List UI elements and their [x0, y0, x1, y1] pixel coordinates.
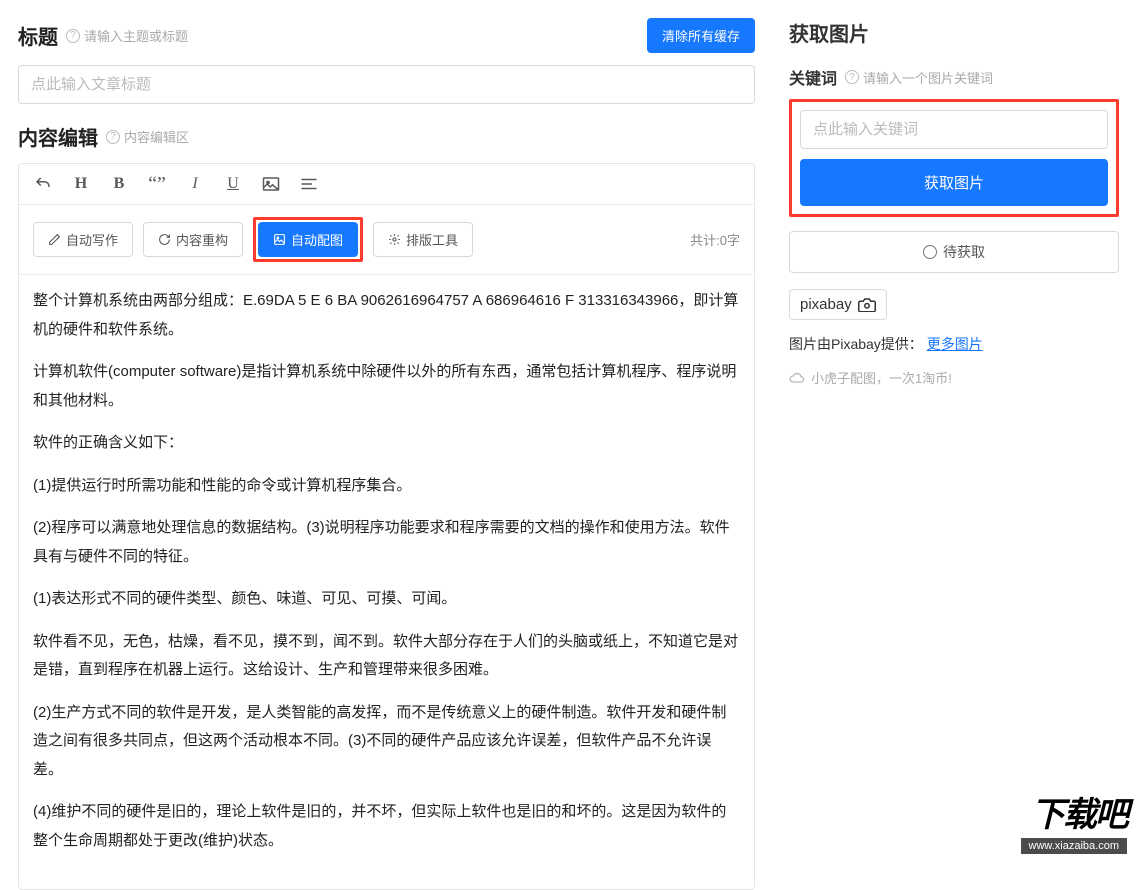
word-count: 共计:0字	[690, 230, 740, 249]
watermark: 下载吧 www.xiazaiba.com	[1021, 787, 1127, 854]
bold-icon[interactable]: B	[109, 174, 129, 194]
paragraph: 整个计算机系统由两部分组成：E.69DA 5 E 6 BA 9062616964…	[33, 287, 740, 344]
pixabay-badge: pixabay	[789, 289, 887, 320]
paragraph: (1)提供运行时所需功能和性能的命令或计算机程序集合。	[33, 472, 740, 501]
get-image-title: 获取图片	[789, 18, 1119, 47]
paragraph: (1)表达形式不同的硬件类型、颜色、味道、可见、可摸、可闻。	[33, 585, 740, 614]
underline-icon[interactable]: U	[223, 174, 243, 194]
auto-write-button[interactable]: 自动写作	[33, 222, 133, 257]
info-icon: ?	[845, 70, 859, 84]
title-hint: ? 请输入主题或标题	[66, 26, 188, 45]
auto-image-button[interactable]: 自动配图	[258, 222, 358, 257]
clear-cache-button[interactable]: 清除所有缓存	[647, 18, 755, 53]
get-image-button[interactable]: 获取图片	[800, 159, 1108, 206]
format-toolbar: H B “” I U	[19, 164, 754, 205]
heading-icon[interactable]: H	[71, 174, 91, 194]
article-title-input[interactable]	[18, 65, 755, 104]
pencil-icon	[48, 233, 61, 246]
info-icon: ?	[66, 29, 80, 43]
image-icon[interactable]	[261, 174, 281, 194]
image-credit: 图片由Pixabay提供： 更多图片	[789, 334, 1119, 354]
action-toolbar: 自动写作 内容重构 自动配图 排版工具 共计:0字	[19, 205, 754, 275]
paragraph: (2)程序可以满意地处理信息的数据结构。(3)说明程序功能要求和程序需要的文档的…	[33, 514, 740, 571]
keyword-input[interactable]	[800, 110, 1108, 149]
keyword-highlight-box: 获取图片	[789, 99, 1119, 217]
undo-icon[interactable]	[33, 174, 53, 194]
paragraph: (2)生产方式不同的软件是开发，是人类智能的高发挥，而不是传统意义上的硬件制造。…	[33, 699, 740, 785]
keyword-label: 关键词	[789, 65, 837, 89]
more-images-link[interactable]: 更多图片	[927, 336, 983, 352]
content-edit-hint: ? 内容编辑区	[106, 127, 189, 146]
paragraph: 计算机软件(computer software)是指计算机系统中除硬件以外的所有…	[33, 358, 740, 415]
layout-tool-button[interactable]: 排版工具	[373, 222, 473, 257]
camera-icon	[858, 298, 876, 312]
settings-icon	[388, 233, 401, 246]
cloud-icon	[789, 372, 805, 384]
paragraph: 软件看不见，无色，枯燥，看不见，摸不到，闻不到。软件大部分存在于人们的头脑或纸上…	[33, 628, 740, 685]
align-icon[interactable]	[299, 174, 319, 194]
paragraph: 软件的正确含义如下：	[33, 429, 740, 458]
content-edit-title: 内容编辑	[18, 122, 98, 151]
picture-icon	[273, 233, 286, 246]
content-restructure-button[interactable]: 内容重构	[143, 222, 243, 257]
circle-icon	[923, 245, 937, 259]
info-icon: ?	[106, 130, 120, 144]
italic-icon[interactable]: I	[185, 174, 205, 194]
auto-image-highlight: 自动配图	[253, 217, 363, 262]
editor-card: H B “” I U 自动写作 内容重构	[18, 163, 755, 890]
content-area[interactable]: 整个计算机系统由两部分组成：E.69DA 5 E 6 BA 9062616964…	[19, 275, 754, 889]
title-section-header: 标题 ? 请输入主题或标题 清除所有缓存	[18, 18, 755, 53]
quote-icon[interactable]: “”	[147, 174, 167, 194]
refresh-icon	[158, 233, 171, 246]
keyword-hint: ? 请输入一个图片关键词	[845, 68, 993, 87]
pending-button[interactable]: 待获取	[789, 231, 1119, 273]
paragraph: (4)维护不同的硬件是旧的，理论上软件是旧的，并不坏，但实际上软件也是旧的和坏的…	[33, 798, 740, 855]
footer-note: 小虎子配图，一次1淘币!	[789, 368, 1119, 387]
page-title: 标题	[18, 21, 58, 50]
